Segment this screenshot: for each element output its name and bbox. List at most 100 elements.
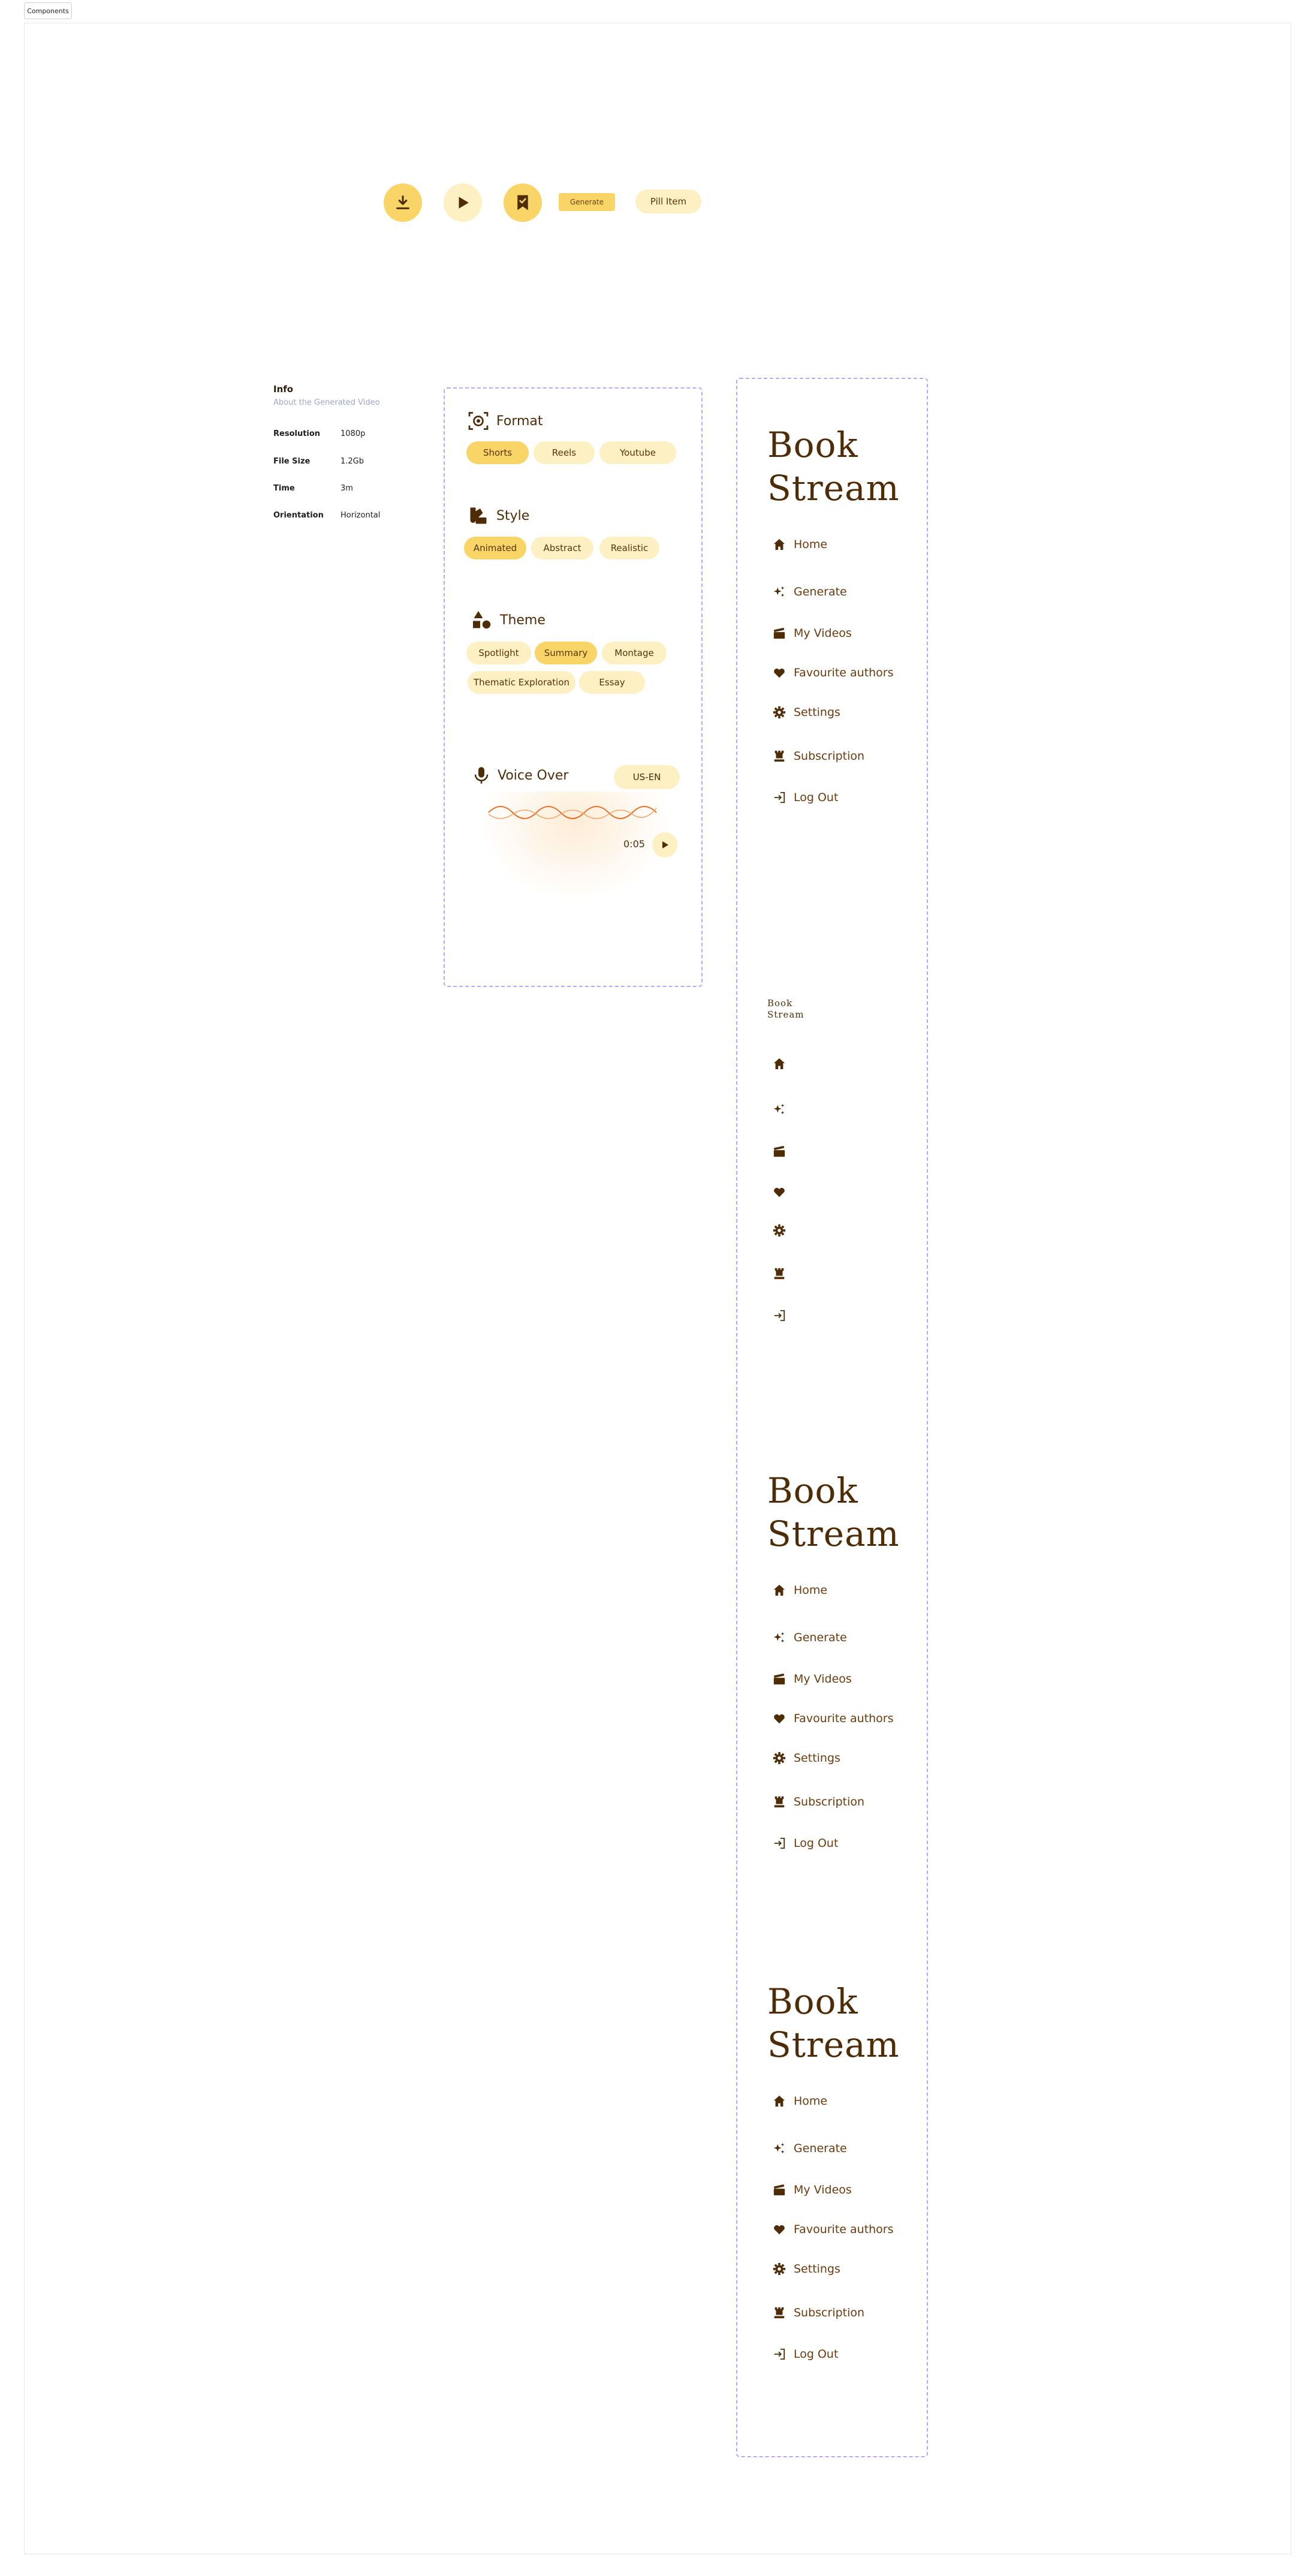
brand-logo: Book Stream [767, 425, 900, 508]
format-chip-reels[interactable]: Reels [534, 441, 595, 464]
sidebar-item-home[interactable]: Home [772, 537, 827, 552]
sidebar-item-label: Log Out [794, 2348, 839, 2361]
download-button[interactable] [384, 183, 422, 222]
sidebar-item-generate[interactable]: Generate [772, 1630, 847, 1645]
sidebar-item-label: Log Out [794, 791, 839, 804]
pill-item-button[interactable]: Pill Item [635, 189, 701, 213]
sidebar-item-settings[interactable]: Settings [772, 705, 840, 720]
sidebar-item-label: Log Out [794, 1837, 839, 1850]
style-chip-abstract[interactable]: Abstract [531, 537, 593, 559]
sidebar-item-label: Settings [794, 2262, 840, 2276]
clapperboard-icon [772, 2183, 786, 2197]
sidebar-item-subscription[interactable]: Subscription [772, 749, 864, 763]
sidebar-item-label: Subscription [794, 750, 865, 763]
shapes-icon [473, 611, 491, 629]
sidebar-item-log-out[interactable]: Log Out [772, 1836, 838, 1850]
voice-play-button[interactable] [652, 832, 677, 857]
sidebar-item-label: Home [794, 2094, 828, 2108]
gear-icon [772, 2262, 786, 2276]
sidebar-item-subscription[interactable]: Subscription [772, 1795, 864, 1809]
sidebar-item-subscription[interactable]: Subscription [772, 2306, 864, 2320]
gear-icon[interactable] [772, 1223, 786, 1238]
sidebar-item-home[interactable]: Home [772, 1583, 827, 1597]
logout-icon[interactable] [772, 1308, 786, 1323]
locale-selector[interactable]: US-EN [614, 765, 680, 789]
sidebar-item-settings[interactable]: Settings [772, 2262, 840, 2276]
components-tab[interactable]: Components [24, 2, 72, 19]
sidebar-item-log-out[interactable]: Log Out [772, 790, 838, 805]
sidebar-item-favourite-authors[interactable]: Favourite authors [772, 2222, 894, 2237]
theme-chip-spotlight[interactable]: Spotlight [466, 642, 531, 664]
logout-icon [772, 1836, 786, 1850]
gear-icon [772, 705, 786, 720]
voice-over-heading: Voice Over [472, 765, 568, 786]
bookmark-button[interactable] [504, 183, 542, 222]
info-label: Orientation [273, 511, 324, 520]
sidebar-item-favourite-authors[interactable]: Favourite authors [772, 666, 894, 680]
theme-heading: Theme [471, 609, 546, 631]
play-button[interactable] [444, 183, 482, 222]
play-icon [662, 841, 668, 848]
audio-waveform [488, 806, 657, 819]
style-chip-animated[interactable]: Animated [464, 537, 526, 559]
style-chip-realistic[interactable]: Realistic [599, 537, 659, 559]
sidebar-item-generate[interactable]: Generate [772, 2141, 847, 2156]
info-subtitle: About the Generated Video [273, 398, 380, 407]
theme-chip-essay[interactable]: Essay [579, 671, 645, 694]
sidebar-item-generate[interactable]: Generate [772, 585, 847, 599]
sparkle-icon [772, 1630, 786, 1645]
voice-over-title: Voice Over [498, 768, 569, 783]
sidebar-item-label: My Videos [794, 2183, 852, 2196]
crown-icon [772, 2306, 786, 2320]
sidebar-item-label: Generate [794, 585, 847, 598]
crown-icon [772, 1795, 786, 1809]
style-title: Style [496, 508, 530, 523]
heart-icon [772, 1711, 786, 1726]
clapperboard-icon [772, 626, 786, 640]
sidebar-item-log-out[interactable]: Log Out [772, 2347, 838, 2361]
theme-chip-summary[interactable]: Summary [535, 642, 597, 664]
gear-icon [772, 1751, 786, 1765]
microphone-icon [474, 767, 489, 784]
sparkle-icon [772, 2141, 786, 2156]
home-icon[interactable] [772, 1057, 786, 1071]
sparkle-icon [772, 585, 786, 599]
info-value: 1080p [340, 429, 366, 438]
sidebar-item-label: Generate [794, 2142, 847, 2155]
format-title: Format [496, 413, 543, 429]
info-title: Info [273, 384, 294, 395]
sparkle-icon[interactable] [772, 1102, 786, 1117]
sidebar-item-my-videos[interactable]: My Videos [772, 626, 852, 640]
crown-icon [772, 749, 786, 763]
sidebar-item-my-videos[interactable]: My Videos [772, 2183, 852, 2197]
brand-logo: Book Stream [767, 1981, 900, 2065]
sidebar-item-label: My Videos [794, 1672, 852, 1686]
clapperboard-icon[interactable] [772, 1144, 786, 1158]
sidebar-item-label: Settings [794, 706, 840, 719]
generate-small-button[interactable]: Generate [559, 193, 615, 211]
home-icon [772, 537, 786, 552]
heart-icon[interactable] [772, 1185, 786, 1199]
brand-logo: Book Stream [767, 1470, 900, 1554]
theme-chip-thematic-exploration[interactable]: Thematic Exploration [468, 671, 575, 694]
info-label: Time [273, 484, 295, 493]
sidebar-item-label: Subscription [794, 2306, 865, 2319]
format-chip-shorts[interactable]: Shorts [466, 441, 529, 464]
sidebar-item-favourite-authors[interactable]: Favourite authors [772, 1711, 894, 1726]
format-chip-youtube[interactable]: Youtube [599, 441, 676, 464]
palette-swatch-icon [470, 507, 487, 524]
sidebar-item-label: Favourite authors [794, 1712, 894, 1725]
play-icon [459, 197, 469, 209]
info-value: Horizontal [340, 511, 381, 520]
crown-icon[interactable] [772, 1266, 786, 1281]
sidebar-item-label: Favourite authors [794, 2223, 894, 2236]
bookmark-check-icon [517, 195, 528, 210]
sidebar-item-my-videos[interactable]: My Videos [772, 1672, 852, 1686]
home-icon [772, 2094, 786, 2108]
logout-icon [772, 790, 786, 805]
sidebar-item-home[interactable]: Home [772, 2094, 827, 2108]
brand-logo-small: Book Stream [767, 998, 804, 1020]
sidebar-item-settings[interactable]: Settings [772, 1751, 840, 1765]
theme-chip-montage[interactable]: Montage [602, 642, 667, 664]
sidebar-item-label: Favourite authors [794, 666, 894, 679]
